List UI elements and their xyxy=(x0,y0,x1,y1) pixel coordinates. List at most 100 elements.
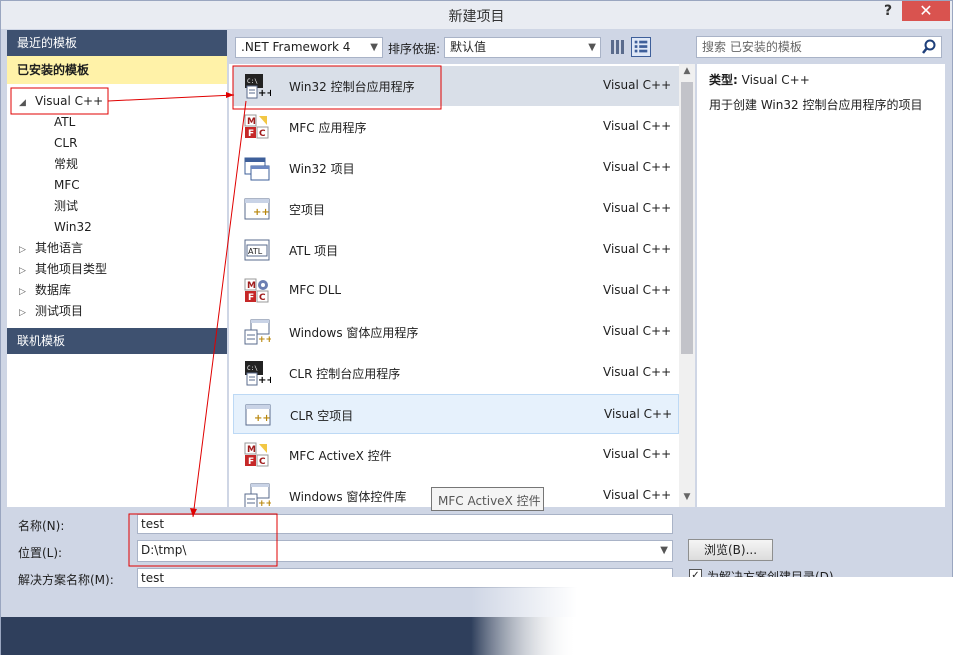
template-name: Windows 窗体应用程序 xyxy=(289,326,419,340)
template-row[interactable]: C:\ ++ Win32 控制台应用程序 Visual C++ xyxy=(233,66,679,106)
tree-item-label: ATL xyxy=(54,115,76,129)
template-row[interactable]: M F C MFC 应用程序 Visual C++ xyxy=(233,107,679,147)
svg-text:C: C xyxy=(259,129,266,139)
tooltip: MFC ActiveX 控件 xyxy=(431,487,544,511)
installed-templates-header[interactable]: 已安装的模板 xyxy=(7,56,227,84)
tree-item[interactable]: ◢ Visual C++ xyxy=(19,91,103,112)
template-row[interactable]: ++ 空项目 Visual C++ xyxy=(233,189,679,229)
scroll-up-icon[interactable]: ▲ xyxy=(679,66,695,76)
chevron-down-icon[interactable]: ▼ xyxy=(660,542,668,560)
svg-text:M: M xyxy=(247,445,256,455)
template-row[interactable]: ATL ATL 项目 Visual C++ xyxy=(233,230,679,270)
mfc-icon: MF C xyxy=(244,114,269,139)
close-button[interactable]: ✕ xyxy=(902,1,950,21)
template-name: Win32 控制台应用程序 xyxy=(289,80,415,94)
tree-item[interactable]: ▷ 测试项目 xyxy=(19,301,83,322)
search-input[interactable]: 搜索 已安装的模板 xyxy=(696,36,942,58)
search-icon[interactable] xyxy=(921,39,937,55)
template-language: Visual C++ xyxy=(603,242,672,256)
fade-overlay-footer xyxy=(471,617,953,655)
template-row[interactable]: ++ CLR 空项目 Visual C++ xyxy=(233,394,679,434)
empty-project-icon: ++ xyxy=(244,198,270,220)
template-row[interactable]: Win32 项目 Visual C++ xyxy=(233,148,679,188)
svg-text:ATL: ATL xyxy=(248,247,263,256)
location-input[interactable]: D:\tmp\ ▼ xyxy=(137,540,673,562)
console-app-icon: C:\++ xyxy=(245,361,271,386)
window-title: 新建项目 xyxy=(448,9,505,25)
template-name: CLR 空项目 xyxy=(290,409,354,423)
browse-button[interactable]: 浏览(B)... xyxy=(688,539,773,561)
scroll-down-icon[interactable]: ▼ xyxy=(679,492,695,502)
tree-item[interactable]: 测试 xyxy=(54,196,78,217)
tree-item[interactable]: ▷ 其他语言 xyxy=(19,238,83,259)
svg-text:M: M xyxy=(247,117,256,127)
sort-dropdown[interactable]: 默认值 ▼ xyxy=(444,37,601,58)
tree-item[interactable]: MFC xyxy=(54,175,80,196)
description-text: 用于创建 Win32 控制台应用程序的项目 xyxy=(709,98,923,112)
search-placeholder: 搜索 已安装的模板 xyxy=(702,40,802,54)
name-label: 名称(N): xyxy=(18,519,65,533)
template-row[interactable]: M F C MFC DLL Visual C++ xyxy=(233,271,679,311)
tree-item-label: 常规 xyxy=(54,157,79,171)
template-row[interactable]: ++ Windows 窗体应用程序 Visual C++ xyxy=(233,312,679,352)
svg-text:M: M xyxy=(247,281,256,291)
chevron-down-icon: ▼ xyxy=(588,42,596,53)
collapsed-triangle-icon[interactable]: ▷ xyxy=(19,282,31,303)
expanded-triangle-icon[interactable]: ◢ xyxy=(19,93,31,114)
tree-item[interactable]: Win32 xyxy=(54,217,92,238)
name-input[interactable]: test xyxy=(137,514,673,534)
tree-item[interactable]: CLR xyxy=(54,133,77,154)
atl-icon: ATL xyxy=(244,239,270,261)
tree-item-label: Win32 xyxy=(54,220,92,234)
template-language: Visual C++ xyxy=(604,407,673,421)
tree-item-label: MFC xyxy=(54,178,80,192)
svg-text:++: ++ xyxy=(253,207,270,218)
tree-item[interactable]: ATL xyxy=(54,112,75,133)
tree-item-label: Visual C++ xyxy=(35,94,104,108)
template-list-scrollbar[interactable]: ▲ ▼ xyxy=(679,64,695,507)
description-panel: 类型: Visual C++ 用于创建 Win32 控制台应用程序的项目 xyxy=(697,64,945,507)
mfc-icon: MF C xyxy=(244,442,269,467)
template-language: Visual C++ xyxy=(603,324,672,338)
tree-item-label: 数据库 xyxy=(35,283,72,297)
tree-item-label: 其他项目类型 xyxy=(35,262,108,276)
scroll-thumb[interactable] xyxy=(681,82,693,354)
framework-dropdown[interactable]: .NET Framework 4 ▼ xyxy=(235,37,383,58)
type-line: 类型: Visual C++ xyxy=(709,71,810,88)
svg-text:F: F xyxy=(248,129,254,139)
template-name: 空项目 xyxy=(289,203,326,217)
new-project-dialog: 新建项目 ? ✕ 最近的模板 已安装的模板 ◢ Visual C++ ATL CLR 常… xyxy=(0,0,953,655)
tree-item[interactable]: 常规 xyxy=(54,154,78,175)
svg-text:++: ++ xyxy=(258,335,271,345)
console-app-icon: C:\++ xyxy=(245,74,271,99)
recent-templates-header[interactable]: 最近的模板 xyxy=(7,30,227,56)
template-row[interactable]: C:\ ++ CLR 控制台应用程序 Visual C++ xyxy=(233,353,679,393)
help-button[interactable]: ? xyxy=(873,1,903,21)
forms-app-icon: ++ xyxy=(244,319,271,345)
template-language: Visual C++ xyxy=(603,447,672,461)
svg-text:++: ++ xyxy=(258,499,271,507)
location-value: D:\tmp\ xyxy=(141,543,187,557)
collapsed-triangle-icon[interactable]: ▷ xyxy=(19,261,31,282)
template-row[interactable]: M F C MFC ActiveX 控件 Visual C++ xyxy=(233,435,679,475)
template-name: MFC DLL xyxy=(289,283,342,297)
template-toolbar: .NET Framework 4 ▼ 排序依据: 默认值 ▼ 搜索 已安装的模板 xyxy=(229,30,945,64)
online-templates-header[interactable]: 联机模板 xyxy=(7,328,227,354)
template-language: Visual C++ xyxy=(603,201,672,215)
template-name: MFC ActiveX 控件 xyxy=(289,449,392,463)
tree-item[interactable]: ▷ 数据库 xyxy=(19,280,71,301)
collapsed-triangle-icon[interactable]: ▷ xyxy=(19,303,31,324)
template-name: MFC 应用程序 xyxy=(289,121,367,135)
collapsed-triangle-icon[interactable]: ▷ xyxy=(19,240,31,261)
svg-text:F: F xyxy=(248,457,254,467)
list-view-icon[interactable] xyxy=(631,37,651,57)
sort-label: 排序依据: xyxy=(388,42,441,56)
sort-value: 默认值 xyxy=(450,40,487,54)
tree-item[interactable]: ▷ 其他项目类型 xyxy=(19,259,107,280)
type-label: 类型: xyxy=(709,73,738,87)
small-icons-view-icon[interactable] xyxy=(609,38,627,56)
template-name: CLR 控制台应用程序 xyxy=(289,367,401,381)
location-label: 位置(L): xyxy=(18,546,63,560)
template-name: ATL 项目 xyxy=(289,244,339,258)
svg-text:C:\: C:\ xyxy=(247,78,258,85)
